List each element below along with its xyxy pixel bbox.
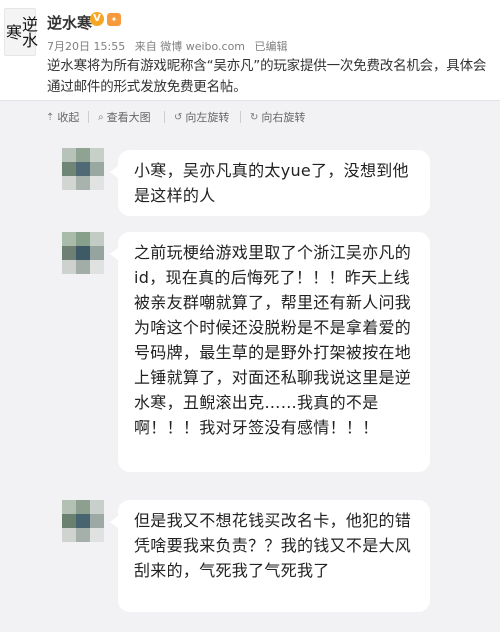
rotate-left-button[interactable]: ↺ 向左旋转 xyxy=(174,109,229,125)
rotate-right-icon: ↻ xyxy=(250,111,259,123)
magnifier-icon: ⌕ xyxy=(98,111,104,123)
verified-badge-icon: V xyxy=(90,12,104,26)
collapse-icon: ⇡ xyxy=(46,111,55,123)
blurred-avatar xyxy=(62,500,104,542)
user-level-icon: ✦ xyxy=(107,13,121,26)
view-large-button[interactable]: ⌕ 查看大图 xyxy=(98,109,151,125)
rotate-left-icon: ↺ xyxy=(174,111,183,123)
collapse-button[interactable]: ⇡ 收起 xyxy=(46,109,79,125)
chat-bubble: 之前玩梗给游戏里取了个浙江吴亦凡的id，现在真的后悔死了！！！昨天上线被亲友群嘲… xyxy=(110,232,430,472)
chat-bubble: 小寒，吴亦凡真的太yue了，没想到他是这样的人 xyxy=(110,150,430,216)
toolbar-divider xyxy=(164,111,165,123)
edited-label: 已编辑 xyxy=(254,40,288,53)
chat-screenshot-image[interactable]: 小寒，吴亦凡真的太yue了，没想到他是这样的人 之前玩梗给游戏里取了个浙江吴亦凡… xyxy=(0,132,500,632)
author-name[interactable]: 逆水寒 xyxy=(47,12,92,33)
author-avatar[interactable]: 逆水寒 xyxy=(3,8,38,56)
image-toolbar: ⇡ 收起 ⌕ 查看大图 ↺ 向左旋转 ↻ 向右旋转 xyxy=(0,100,500,133)
blurred-avatar xyxy=(62,148,104,190)
toolbar-divider xyxy=(88,111,89,123)
blurred-avatar xyxy=(62,232,104,274)
rotate-right-button[interactable]: ↻ 向右旋转 xyxy=(250,109,305,125)
post-source: 来自 微博 weibo.com xyxy=(134,40,246,53)
chat-bubble: 但是我又不想花钱买改名卡，他犯的错凭啥要我来负责？？我的钱又不是大风刮来的，气死… xyxy=(110,500,430,612)
post-text: 逆水寒将为所有游戏昵称含“吴亦凡”的玩家提供一次免费改名机会，具体会通过邮件的形… xyxy=(47,58,487,95)
post-time[interactable]: 7月20日 15:55 xyxy=(47,40,125,53)
toolbar-divider xyxy=(240,111,241,123)
weibo-post-header: 逆水寒 逆水寒 V ✦ 7月20日 15:55 来自 微博 weibo.com … xyxy=(0,0,500,100)
post-meta: 7月20日 15:55 来自 微博 weibo.com 已编辑 xyxy=(47,38,294,54)
